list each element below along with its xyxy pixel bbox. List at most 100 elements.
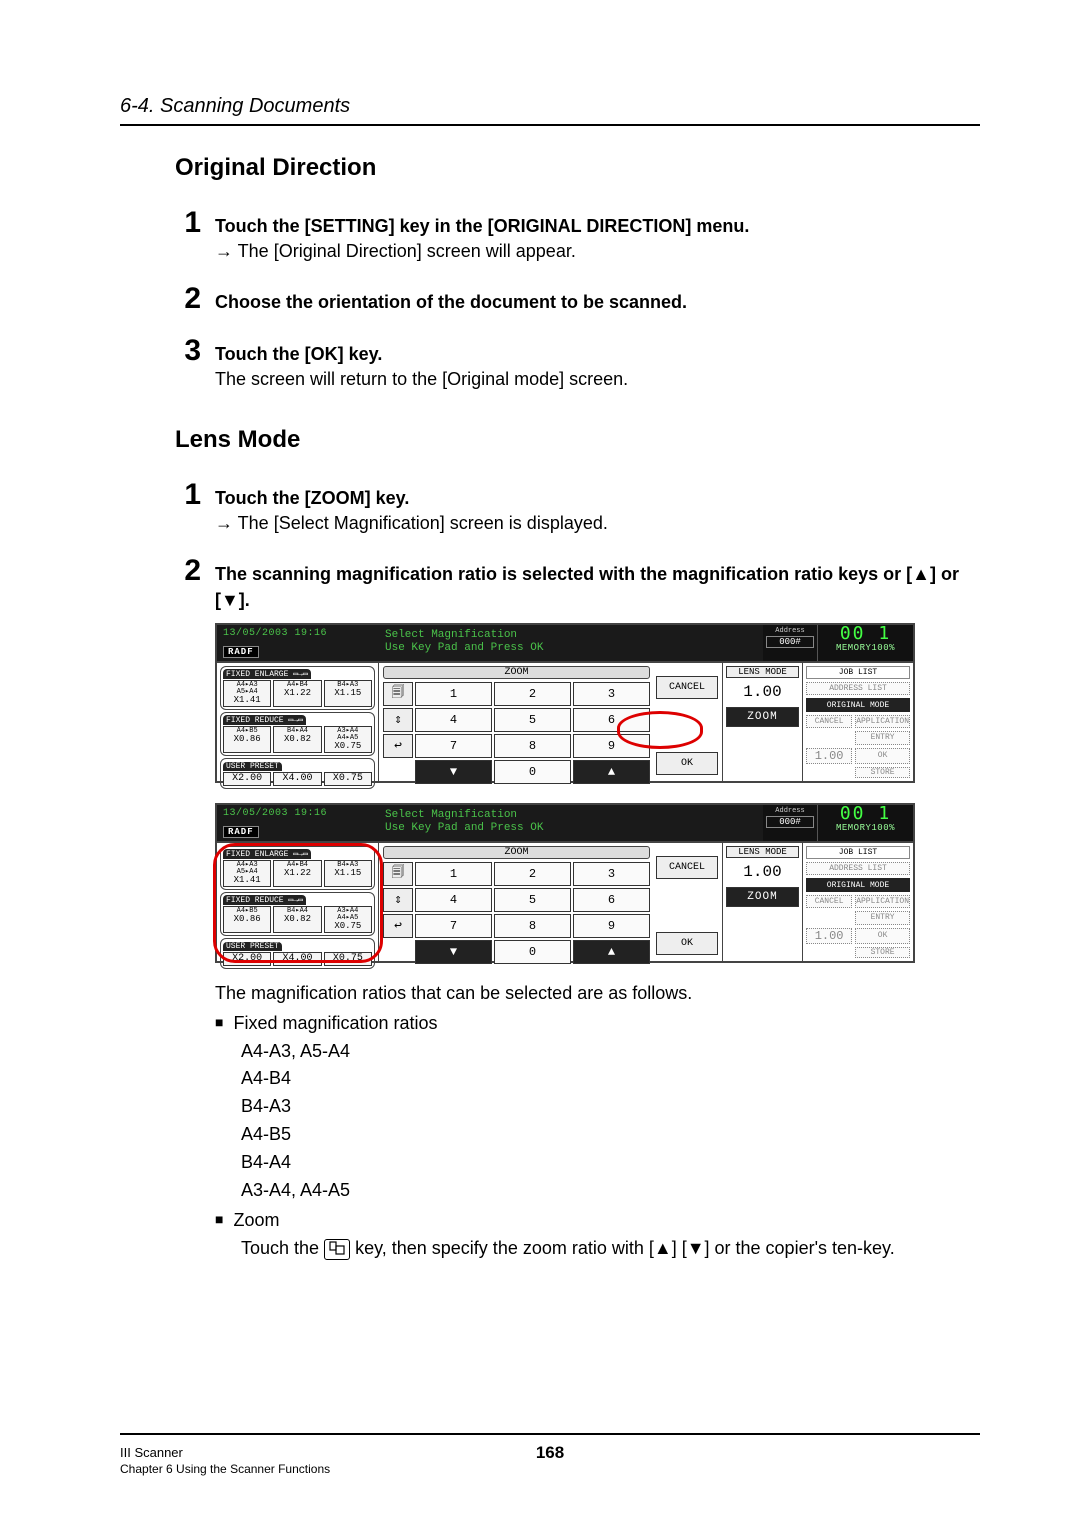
lens-value: 1.00 (726, 680, 799, 707)
keypad-7[interactable]: 7 (415, 734, 492, 758)
fixed-enlarge-label: FIXED ENLARGE ▭→▭ (223, 849, 311, 859)
ok-button[interactable]: OK (656, 752, 718, 775)
right-cancel-button[interactable]: CANCEL (806, 895, 852, 908)
fixed-ratio-item: A4-A3, A5-A4 (241, 1038, 980, 1066)
down-button[interactable]: ▼ (415, 760, 492, 784)
keypad-6[interactable]: 6 (573, 888, 650, 912)
keypad-5[interactable]: 5 (494, 888, 571, 912)
user-preset-button[interactable]: X4.00 (273, 952, 321, 966)
original-mode-button[interactable]: ORIGINAL MODE (806, 698, 910, 711)
entry-button[interactable]: ENTRY (855, 911, 910, 924)
keypad-5[interactable]: 5 (494, 708, 571, 732)
address-value: 000# (766, 636, 814, 648)
address-label: Address (763, 807, 817, 815)
keypad-7[interactable]: 7 (415, 914, 492, 938)
square-bullet-icon: ■ (215, 1207, 223, 1231)
keypad-3[interactable]: 3 (573, 862, 650, 886)
counter-display: 00 1 (840, 625, 891, 643)
store-button[interactable]: STORE (855, 767, 910, 778)
reduce-preset-button[interactable]: A3▸A4A4▸A5X0.75 (324, 726, 372, 753)
square-bullet-icon: ■ (215, 1010, 223, 1034)
screen-title-line2: Use Key Pad and Press OK (385, 822, 755, 835)
keypad-4[interactable]: 4 (415, 888, 492, 912)
footer-chapter: Chapter 6 Using the Scanner Functions (120, 1462, 980, 1476)
application-button[interactable]: APPLICATION (855, 895, 910, 908)
address-list-button[interactable]: ADDRESS LIST (806, 682, 910, 695)
keypad-8[interactable]: 8 (494, 914, 571, 938)
reduce-preset-button[interactable]: B4▸A4X0.82 (273, 906, 321, 933)
page-number: 168 (536, 1443, 564, 1463)
keypad-3[interactable]: 3 (573, 682, 650, 706)
store-button[interactable]: STORE (855, 947, 910, 958)
up-button[interactable]: ▲ (573, 760, 650, 784)
right-ok-button[interactable]: OK (855, 748, 910, 764)
right-ok-button[interactable]: OK (855, 928, 910, 944)
ok-button[interactable]: OK (656, 932, 718, 955)
fixed-enlarge-label: FIXED ENLARGE ▭→▭ (223, 669, 311, 679)
copier-screen: 13/05/2003 19:16 RADF Select Magnificati… (215, 623, 915, 783)
keypad-1[interactable]: 1 (415, 862, 492, 886)
job-list-button[interactable]: JOB LIST (806, 666, 910, 679)
user-preset-button[interactable]: X4.00 (273, 772, 321, 786)
radf-indicator: RADF (223, 646, 259, 658)
fixed-ratio-item: A4-B4 (241, 1065, 980, 1093)
mode-icon[interactable]: ↩ (383, 734, 413, 758)
enlarge-preset-button[interactable]: A4▸A3A5▸A4X1.41 (223, 860, 271, 887)
cancel-button[interactable]: CANCEL (656, 676, 718, 699)
entry-button[interactable]: ENTRY (855, 731, 910, 744)
keypad-0[interactable]: 0 (494, 760, 571, 784)
reduce-preset-button[interactable]: A4▸B5X0.86 (223, 906, 271, 933)
keypad-2[interactable]: 2 (494, 682, 571, 706)
user-preset-button[interactable]: X2.00 (223, 772, 271, 786)
reduce-preset-button[interactable]: B4▸A4X0.82 (273, 726, 321, 753)
keypad-2[interactable]: 2 (494, 862, 571, 886)
keypad-9[interactable]: 9 (573, 734, 650, 758)
enlarge-preset-button[interactable]: A4▸B4X1.22 (273, 860, 321, 887)
screen-title-line2: Use Key Pad and Press OK (385, 642, 755, 655)
job-list-button[interactable]: JOB LIST (806, 846, 910, 859)
keypad-8[interactable]: 8 (494, 734, 571, 758)
fixed-reduce-label: FIXED REDUCE ▭→▭ (223, 715, 306, 725)
keypad-0[interactable]: 0 (494, 940, 571, 964)
step-3-ok: Touch the [OK] key. (215, 342, 980, 367)
mode-icon[interactable]: 🗐 (383, 682, 413, 706)
fixed-ratio-item: B4-A4 (241, 1149, 980, 1177)
application-button[interactable]: APPLICATION (855, 715, 910, 728)
reduce-preset-button[interactable]: A3▸A4A4▸A5X0.75 (324, 906, 372, 933)
keypad-6[interactable]: 6 (573, 708, 650, 732)
user-preset-button[interactable]: X0.75 (324, 952, 372, 966)
address-list-button[interactable]: ADDRESS LIST (806, 862, 910, 875)
keypad-9[interactable]: 9 (573, 914, 650, 938)
keypad-4[interactable]: 4 (415, 708, 492, 732)
original-mode-button[interactable]: ORIGINAL MODE (806, 878, 910, 891)
up-button[interactable]: ▲ (573, 940, 650, 964)
down-button[interactable]: ▼ (415, 940, 492, 964)
zoom-sentence-a: Touch the (241, 1238, 324, 1258)
enlarge-preset-button[interactable]: A4▸B4X1.22 (273, 680, 321, 707)
lens-step-1-zoom: Touch the [ZOOM] key. (215, 486, 980, 511)
cancel-button[interactable]: CANCEL (656, 856, 718, 879)
ratio-display: 1.00 (806, 928, 852, 944)
lens-mode-button[interactable]: LENS MODE (726, 846, 799, 858)
right-cancel-button[interactable]: CANCEL (806, 715, 852, 728)
mode-icon[interactable]: ⇕ (383, 708, 413, 732)
enlarge-preset-button[interactable]: B4▸A3X1.15 (324, 860, 372, 887)
zoom-button[interactable]: ZOOM (726, 887, 799, 907)
zoom-button[interactable]: ZOOM (726, 707, 799, 727)
reduce-preset-button[interactable]: A4▸B5X0.86 (223, 726, 271, 753)
step-number: 3 (175, 336, 201, 366)
keypad-1[interactable]: 1 (415, 682, 492, 706)
user-preset-button[interactable]: X0.75 (324, 772, 372, 786)
address-label: Address (763, 627, 817, 635)
mode-icon[interactable]: 🗐 (383, 862, 413, 886)
ratio-display: 1.00 (806, 748, 852, 764)
enlarge-preset-button[interactable]: A4▸A3A5▸A4X1.41 (223, 680, 271, 707)
mode-icon[interactable]: ⇕ (383, 888, 413, 912)
enlarge-preset-button[interactable]: B4▸A3X1.15 (324, 680, 372, 707)
heading-lens-mode: Lens Mode (175, 426, 980, 454)
lens-step-1-result: → The [Select Magnification] screen is d… (215, 511, 980, 536)
user-preset-button[interactable]: X2.00 (223, 952, 271, 966)
mode-icon[interactable]: ↩ (383, 914, 413, 938)
datetime: 13/05/2003 19:16 (223, 808, 371, 819)
lens-mode-button[interactable]: LENS MODE (726, 666, 799, 678)
